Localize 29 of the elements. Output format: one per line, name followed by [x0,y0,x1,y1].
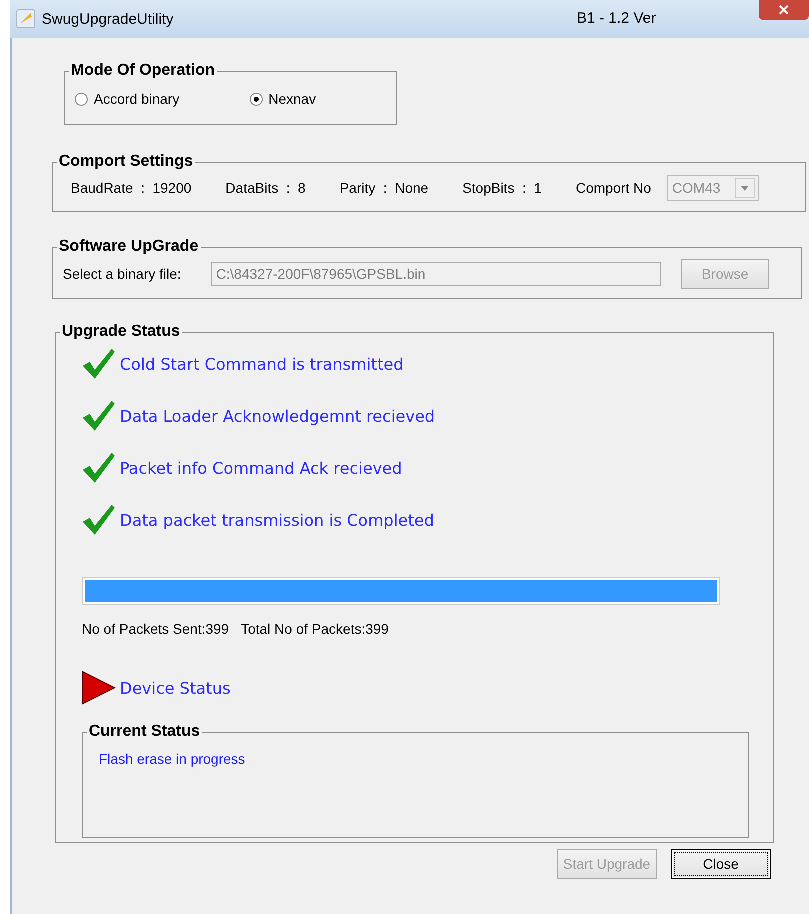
close-icon [779,5,789,15]
step-text: Data Loader Acknowledgemnt recieved [120,406,436,426]
step-text: Packet info Command Ack recieved [120,458,402,478]
triangle-icon [82,671,116,705]
group-title: Upgrade Status [61,323,182,341]
packets-total-text: Total No of Packets:399 [241,621,389,637]
radio-option[interactable]: Accord binary [75,91,180,107]
file-label: Select a binary file: [63,266,182,282]
comport-label: Comport No [576,180,652,196]
status-message: Flash erase in progress [99,751,246,767]
setting-label: BaudRate : 19200 [71,180,192,196]
step-text: Cold Start Command is transmitted [120,354,404,374]
device-status-text: Device Status [120,678,231,698]
close-button[interactable] [759,0,809,20]
setting-label: StopBits : 1 [462,180,542,196]
window-title: SwugUpgradeUtility [42,10,174,28]
setting-label: DataBits : 8 [226,180,306,196]
group-title: Software UpGrade [58,238,200,256]
version-label: B1 - 1.2 Ver [577,10,656,27]
setting-label: Parity : None [340,180,429,196]
packets-sent-text: No of Packets Sent:399 [82,621,230,637]
group-title: Mode Of Operation [70,62,216,80]
step-text: Data packet transmission is Completed [120,510,434,530]
group-title: Current Status [88,723,202,741]
close-button[interactable]: Close [671,849,771,879]
app-icon [16,9,36,29]
group-title: Comport Settings [58,153,194,171]
caret-icon [741,186,750,190]
radio-option[interactable]: Nexnav [250,91,316,107]
